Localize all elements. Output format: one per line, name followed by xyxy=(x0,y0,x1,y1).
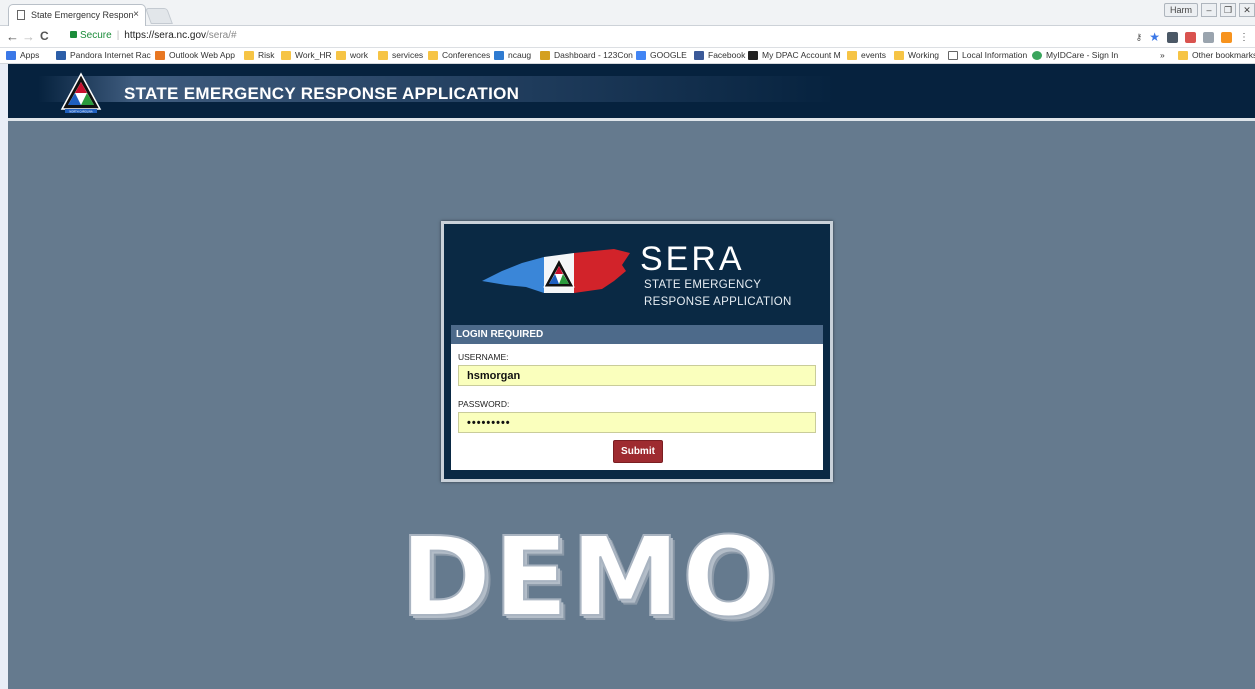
bookmark-item[interactable]: MyIDCare - Sign In xyxy=(1032,50,1118,60)
bookmark-folder[interactable]: events xyxy=(847,50,886,60)
submit-button[interactable]: Submit xyxy=(613,440,663,463)
apps-grid-icon xyxy=(6,50,16,60)
bookmark-folder[interactable]: Work_HR xyxy=(281,50,332,60)
rss-icon[interactable] xyxy=(1221,31,1232,43)
bookmark-item[interactable]: Local Information xyxy=(948,50,1027,60)
folder-icon xyxy=(244,50,254,60)
tab-title: State Emergency Respon xyxy=(31,10,134,20)
ncaug-icon xyxy=(494,50,504,60)
north-carolina-map-icon xyxy=(482,249,630,293)
myidcare-icon xyxy=(1032,50,1042,60)
bookmark-item[interactable]: ncaug xyxy=(494,50,531,60)
menu-icon[interactable]: ⋮ xyxy=(1239,32,1249,43)
app-header: NORTH CAROLINA STATE EMERGENCY RESPONSE … xyxy=(8,64,1255,118)
bookmark-item[interactable]: Facebook xyxy=(694,50,745,60)
minimize-button[interactable]: – xyxy=(1201,3,1217,17)
login-form: USERNAME: PASSWORD: Submit xyxy=(451,344,823,470)
password-label: PASSWORD: xyxy=(458,399,510,409)
bookmark-folder[interactable]: services xyxy=(378,50,423,60)
app-title: STATE EMERGENCY RESPONSE APPLICATION xyxy=(124,84,520,103)
dpac-icon xyxy=(748,50,758,60)
google-icon xyxy=(636,50,646,60)
extension-icon[interactable] xyxy=(1167,31,1178,43)
window-controls: Harm – ❐ ✕ xyxy=(1164,3,1255,17)
demo-watermark: DEMO xyxy=(399,512,778,642)
star-icon[interactable]: ★ xyxy=(1149,30,1160,44)
folder-icon xyxy=(1178,50,1188,60)
reload-button[interactable]: C xyxy=(40,29,49,43)
address-bar[interactable]: Secure | https://sera.nc.gov/sera/# xyxy=(64,28,1124,45)
bookmark-item[interactable]: My DPAC Account M xyxy=(748,50,841,60)
login-panel: SERA STATE EMERGENCY RESPONSE APPLICATIO… xyxy=(441,221,833,482)
sera-title: SERA xyxy=(640,240,745,278)
close-window-button[interactable]: ✕ xyxy=(1239,3,1255,17)
pandora-icon xyxy=(56,50,66,60)
folder-icon xyxy=(336,50,346,60)
password-field[interactable] xyxy=(458,412,816,433)
bookmark-folder[interactable]: Conferences xyxy=(428,50,490,60)
folder-icon xyxy=(428,50,438,60)
folder-icon xyxy=(281,50,291,60)
sera-subtitle-line1: STATE EMERGENCY xyxy=(644,279,762,291)
extension-icon[interactable] xyxy=(1185,31,1196,43)
profile-button[interactable]: Harm xyxy=(1164,3,1198,17)
outlook-icon xyxy=(155,50,165,60)
back-button[interactable]: ← xyxy=(6,29,19,44)
browser-tab[interactable]: State Emergency Respon × xyxy=(8,4,146,26)
bookmark-folder[interactable]: Working xyxy=(894,50,939,60)
folder-icon xyxy=(378,50,388,60)
bookmark-item[interactable]: Pandora Internet Rac xyxy=(56,50,151,60)
browser-toolbar: ← → C Secure | https://sera.nc.gov/sera/# … xyxy=(0,26,1255,48)
browser-tabstrip: State Emergency Respon × Harm – ❐ ✕ xyxy=(0,0,1255,26)
bookmark-item[interactable]: Outlook Web App xyxy=(155,50,235,60)
folder-icon xyxy=(894,50,904,60)
lock-icon xyxy=(70,31,77,38)
extension-icon[interactable] xyxy=(1203,31,1214,43)
url-host: https://sera.nc.gov xyxy=(124,30,207,41)
secure-label: Secure xyxy=(80,30,112,41)
login-required-header: LOGIN REQUIRED xyxy=(451,325,823,344)
main-area: SERA STATE EMERGENCY RESPONSE APPLICATIO… xyxy=(8,121,1255,689)
url-path: /sera/# xyxy=(206,30,237,41)
bookmark-item[interactable]: GOOGLE xyxy=(636,50,687,60)
extensions-area: ⚷ ★ ⋮ xyxy=(1136,30,1249,44)
document-icon xyxy=(948,50,958,60)
bookmark-folder[interactable]: Risk xyxy=(244,50,275,60)
other-bookmarks[interactable]: Other bookmarks xyxy=(1178,50,1255,60)
logo-caption: NORTH CAROLINA xyxy=(69,110,92,114)
bookmark-apps[interactable]: Apps xyxy=(6,50,39,60)
new-tab-button[interactable] xyxy=(145,8,173,24)
restore-button[interactable]: ❐ xyxy=(1220,3,1236,17)
sera-subtitle-line2: RESPONSE APPLICATION xyxy=(644,296,792,308)
tab-close-icon[interactable]: × xyxy=(133,9,139,20)
forward-button[interactable]: → xyxy=(22,29,35,44)
sera-logo-icon: NORTH CAROLINA xyxy=(60,72,102,114)
document-icon xyxy=(17,10,25,20)
dashboard-icon xyxy=(540,50,550,60)
bookmarks-overflow[interactable]: » xyxy=(1160,50,1165,60)
bookmark-folder[interactable]: work xyxy=(336,50,368,60)
facebook-icon xyxy=(694,50,704,60)
username-label: USERNAME: xyxy=(458,352,509,362)
folder-icon xyxy=(847,50,857,60)
bookmark-item[interactable]: Dashboard - 123Con xyxy=(540,50,633,60)
bookmarks-bar: Apps Pandora Internet Rac Outlook Web Ap… xyxy=(0,48,1255,64)
key-icon[interactable]: ⚷ xyxy=(1136,32,1143,43)
username-field[interactable] xyxy=(458,365,816,386)
